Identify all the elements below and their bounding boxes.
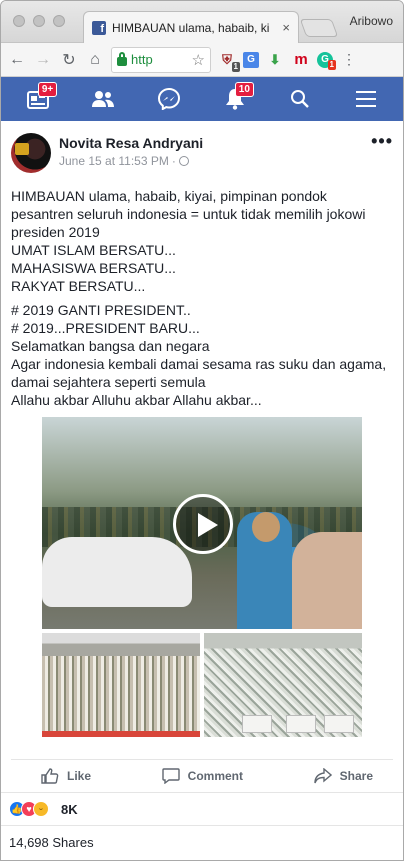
home-icon[interactable]: ⌂: [85, 51, 105, 69]
home-badge: 9+: [37, 82, 58, 97]
post-line: MAHASISWA BERSATU...: [11, 260, 176, 276]
browser-toolbar: ← → ↻ ⌂ http ☆ ⛨ 1 G ⬇ m G1 ⋮: [1, 43, 403, 77]
new-tab-button[interactable]: [299, 19, 339, 37]
facebook-nav-bar: 9+ 10: [1, 77, 403, 121]
browser-tab[interactable]: f HIMBAUAN ulama, habaib, ki ×: [83, 11, 299, 43]
separator-dot: ·: [171, 154, 176, 168]
post-paragraph-1: HIMBAUAN ulama, habaib, kiyai, pimpinan …: [11, 187, 393, 295]
video-frame-head: [252, 512, 280, 542]
translate-icon[interactable]: G: [243, 51, 259, 68]
video-player[interactable]: [42, 417, 362, 629]
grammarly-badge: 1: [327, 59, 336, 70]
post-timestamp[interactable]: June 15 at 11:53 PM: [59, 154, 169, 168]
photo-tent: [242, 715, 272, 733]
thumbs-up-icon: [41, 768, 59, 784]
messenger-icon[interactable]: [149, 84, 189, 114]
profile-name[interactable]: Aribowo: [350, 14, 393, 28]
avatar[interactable]: [11, 133, 51, 173]
comment-icon: [161, 768, 180, 784]
friends-icon[interactable]: [83, 84, 123, 114]
globe-icon: [178, 156, 189, 166]
tab-title: HIMBAUAN ulama, habaib, ki: [112, 20, 270, 35]
facebook-favicon-icon: f: [92, 20, 106, 35]
title-bar: f HIMBAUAN ulama, habaib, ki × Aribowo: [1, 1, 403, 43]
reaction-icons: 👍 ♥ ᵕ: [9, 801, 49, 817]
post-line: UMAT ISLAM BERSATU...: [11, 242, 176, 258]
minimize-window-button[interactable]: [33, 15, 45, 27]
video-frame-car: [42, 537, 192, 607]
photo-thumbnail-stadium[interactable]: [42, 633, 200, 737]
share-label: Share: [339, 769, 373, 783]
post-line: Selamatkan bangsa dan negara: [11, 338, 210, 354]
post-actions: Like Comment Share: [11, 760, 393, 792]
grammarly-icon[interactable]: G1: [317, 51, 336, 70]
reload-icon[interactable]: ↻: [59, 50, 79, 70]
menu-hamburger-icon[interactable]: [346, 84, 386, 114]
post-header: Novita Resa Andryani June 15 at 11:53 PM…: [11, 131, 393, 173]
reactions-count[interactable]: 8K: [61, 802, 78, 817]
post-line: RAKYAT BERSATU...: [11, 278, 146, 294]
browser-window: f HIMBAUAN ulama, habaib, ki × Aribowo ←…: [0, 0, 404, 861]
haha-reaction-icon: ᵕ: [33, 801, 49, 817]
address-bar[interactable]: http ☆: [111, 46, 211, 73]
photo-thumbnails: [42, 633, 362, 737]
post-text: HIMBAUAN ulama, habaib, kiyai, pimpinan …: [11, 187, 393, 409]
post-line: # 2019...PRESIDENT BARU...: [11, 320, 200, 336]
post-line: # 2019 GANTI PRESIDENT..: [11, 302, 191, 318]
more-options-icon[interactable]: •••: [371, 131, 393, 152]
notifications-bell-icon[interactable]: 10: [215, 82, 255, 114]
like-label: Like: [67, 769, 92, 783]
ublock-icon[interactable]: ⛨ 1: [217, 50, 240, 72]
ublock-badge: 1: [231, 61, 240, 72]
shares-count[interactable]: 14,698 Shares: [9, 835, 94, 850]
window-controls: [13, 15, 65, 27]
news-feed-icon[interactable]: 9+: [18, 82, 58, 114]
play-button-icon[interactable]: [173, 494, 233, 554]
comment-label: Comment: [187, 769, 243, 783]
search-icon[interactable]: [280, 84, 320, 114]
notifications-badge: 10: [234, 82, 254, 97]
bookmark-star-icon[interactable]: ☆: [192, 51, 205, 69]
menu-kebab-icon[interactable]: ⋮: [339, 51, 359, 68]
photo-thumbnail-aerial[interactable]: [204, 633, 362, 737]
video-frame-hijab: [292, 532, 362, 629]
close-window-button[interactable]: [13, 15, 25, 27]
lock-icon: [117, 52, 127, 66]
share-arrow-icon: [313, 768, 332, 784]
post-meta: June 15 at 11:53 PM ·: [59, 154, 371, 168]
like-button[interactable]: Like: [41, 768, 91, 784]
back-icon[interactable]: ←: [7, 51, 27, 69]
zoom-window-button[interactable]: [53, 15, 65, 27]
forward-icon[interactable]: →: [33, 51, 53, 69]
photo-tent: [324, 715, 354, 733]
comment-button[interactable]: Comment: [161, 768, 243, 784]
author-name[interactable]: Novita Resa Andryani: [59, 135, 371, 151]
download-icon[interactable]: ⬇: [265, 50, 285, 70]
photo-tent: [286, 715, 316, 733]
reactions-row[interactable]: 👍 ♥ ᵕ 8K: [1, 792, 403, 825]
post-line: Agar indonesia kembali damai sesama ras …: [11, 356, 387, 390]
post-line: Allahu akbar Alluhu akbar Allahu akbar..…: [11, 392, 262, 408]
post-media: [42, 417, 362, 737]
url-text[interactable]: http: [131, 52, 188, 67]
post-paragraph-2: # 2019 GANTI PRESIDENT.. # 2019...PRESID…: [11, 301, 393, 409]
post: Novita Resa Andryani June 15 at 11:53 PM…: [1, 121, 403, 792]
shares-row: 14,698 Shares: [1, 825, 403, 859]
share-button[interactable]: Share: [313, 768, 373, 784]
tab-close-icon[interactable]: ×: [282, 20, 290, 35]
post-line: HIMBAUAN ulama, habaib, kiyai, pimpinan …: [11, 188, 366, 240]
mendeley-icon[interactable]: m: [291, 50, 311, 70]
author-block: Novita Resa Andryani June 15 at 11:53 PM…: [59, 133, 371, 168]
